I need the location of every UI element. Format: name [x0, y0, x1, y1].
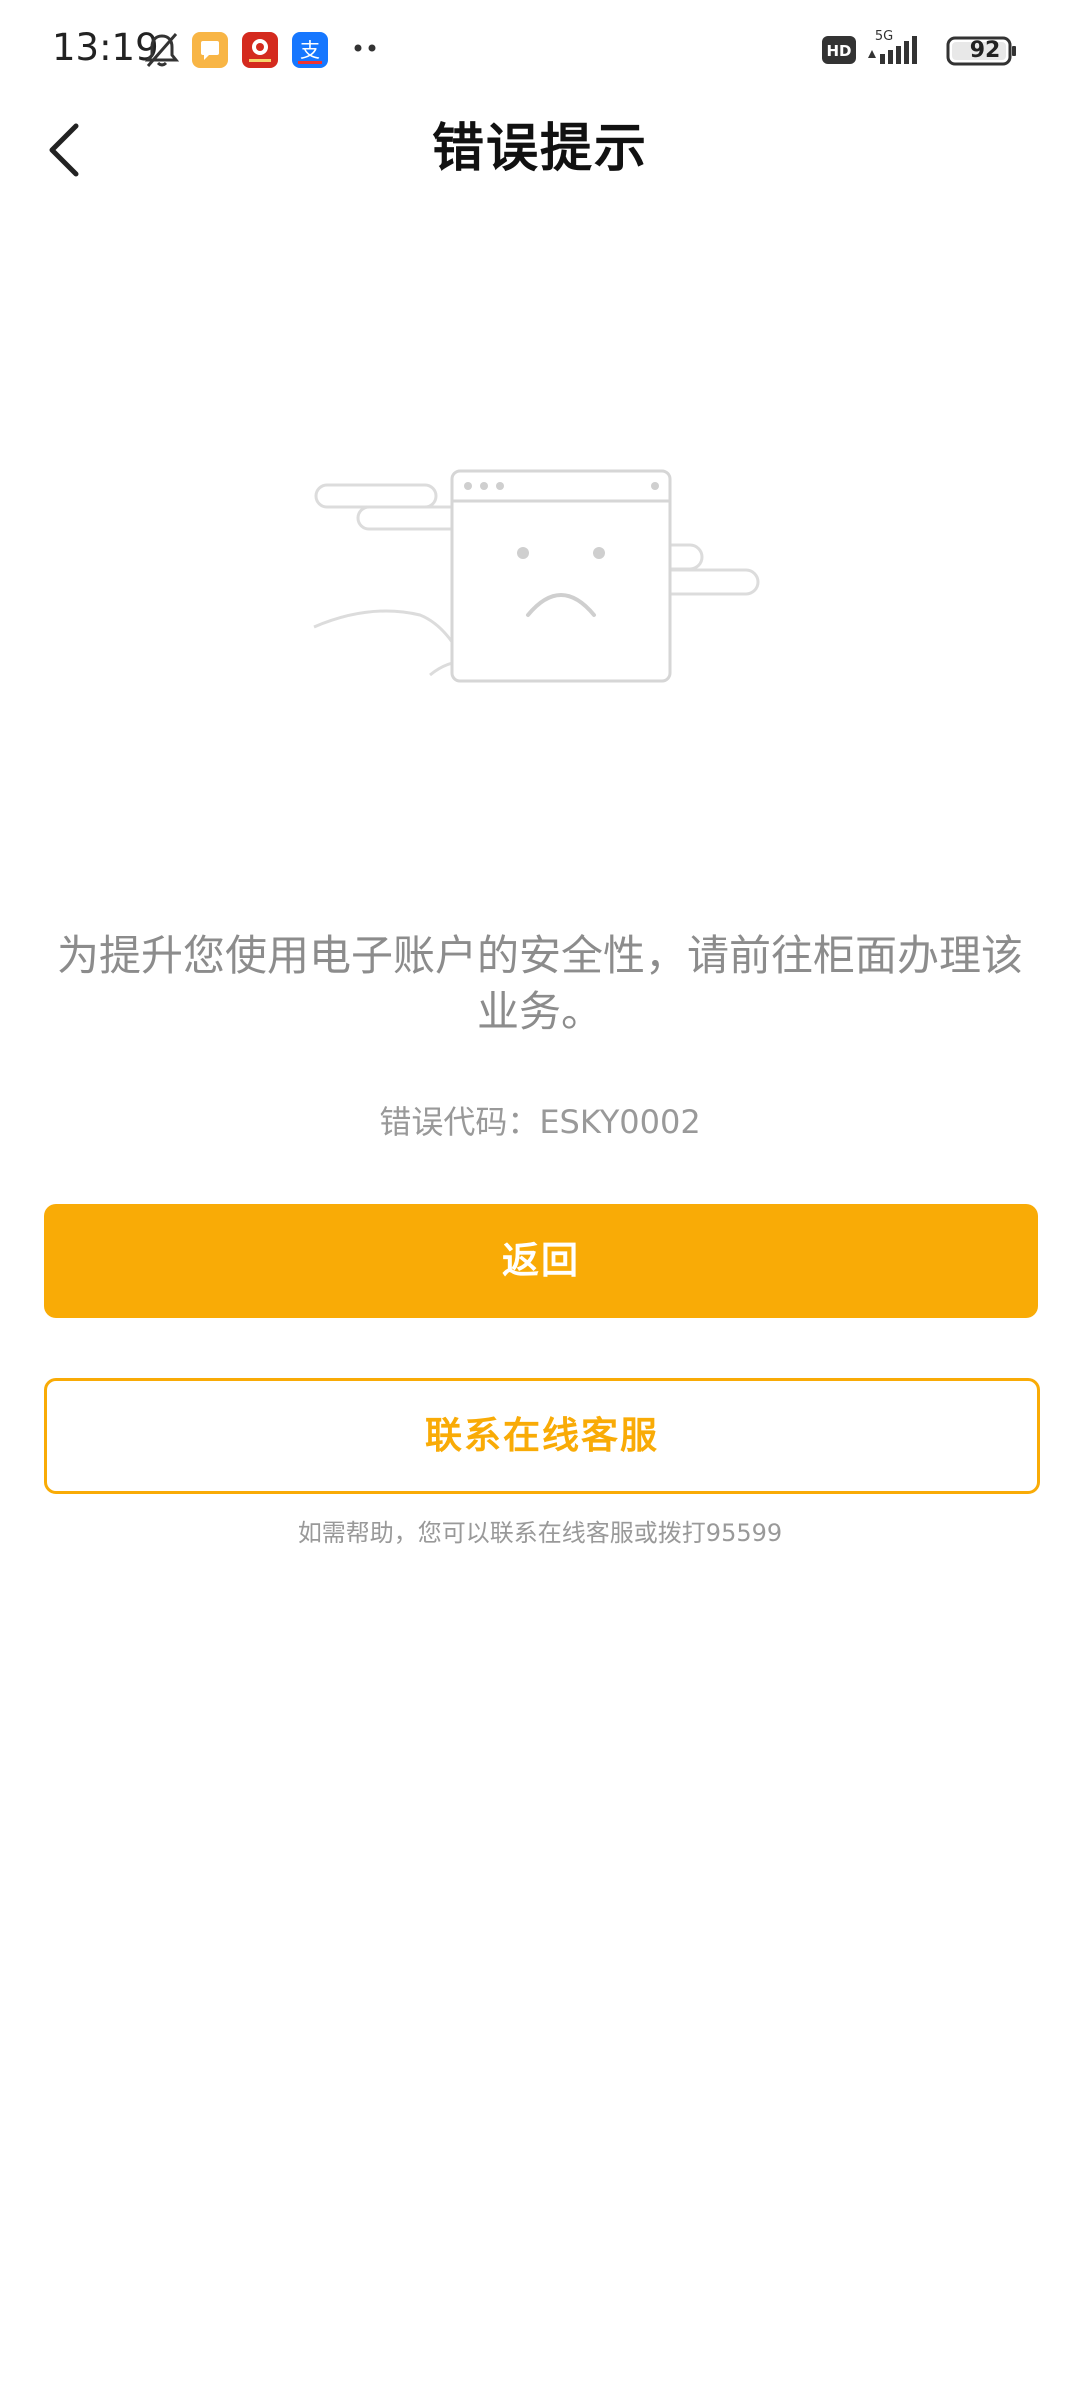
- bank-app-icon: [242, 32, 278, 68]
- error-code: 错误代码：ESKY0002: [379, 1103, 701, 1141]
- page-title: 错误提示: [431, 119, 648, 179]
- alipay-app-icon: 支: [292, 32, 328, 68]
- hd-voice-icon: HD: [822, 36, 856, 64]
- svg-text:支: 支: [300, 38, 320, 62]
- help-hint: 如需帮助，您可以联系在线客服或拨打95599: [297, 1519, 783, 1547]
- messages-app-icon: [192, 32, 228, 68]
- status-bar: 13:19 支 HD 5G 92: [0, 0, 1080, 104]
- error-message: 为提升您使用电子账户的安全性，请前往柜面办理该业务。: [56, 931, 1023, 1036]
- svg-text:5G: 5G: [875, 29, 893, 44]
- svg-text:HD: HD: [826, 42, 851, 60]
- signal-strength-icon: 5G: [868, 29, 917, 64]
- error-screen: 13:19 支 HD 5G 92 错误提示 为提升您使用电子账户的安全性，请前往…: [0, 0, 1080, 2400]
- contact-online-service-button[interactable]: 联系在线客服: [44, 1378, 1040, 1494]
- return-button[interactable]: 返回: [44, 1204, 1038, 1318]
- sad-browser-illustration: [313, 469, 760, 683]
- battery-level: 92: [969, 38, 1001, 63]
- bell-muted-icon: [144, 33, 180, 67]
- more-notifications-icon: [354, 44, 376, 52]
- nav-bar: 错误提示: [0, 104, 1080, 192]
